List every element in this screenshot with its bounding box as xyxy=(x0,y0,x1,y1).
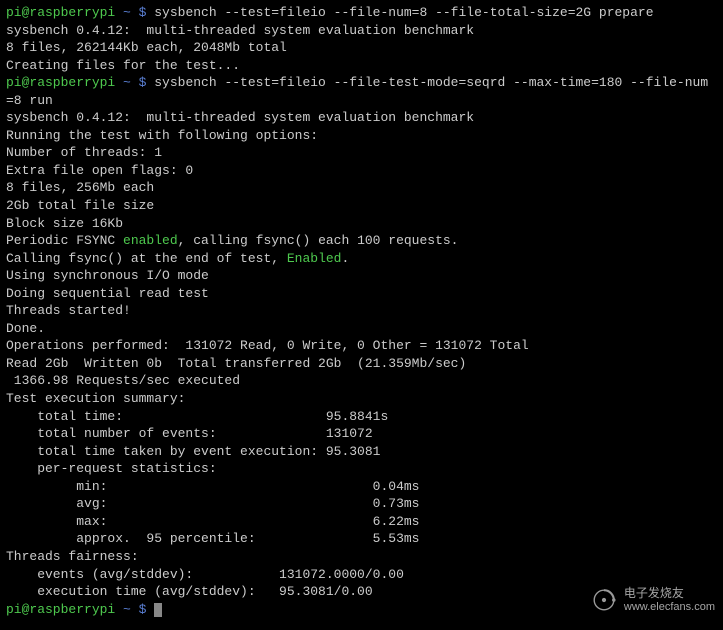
fairness-hdr: Threads fairness: xyxy=(6,548,717,566)
stat-p95: approx. 95 percentile: 5.53ms xyxy=(6,530,717,548)
out-files-info: 8 files, 262144Kb each, 2048Mb total xyxy=(6,39,717,57)
out-fsync2: Calling fsync() at the end of test, Enab… xyxy=(6,250,717,268)
command-2-part1: sysbench --test=fileio --file-test-mode=… xyxy=(154,75,708,90)
out-req-sec: 1366.98 Requests/sec executed xyxy=(6,372,717,390)
out-ops: Operations performed: 131072 Read, 0 Wri… xyxy=(6,337,717,355)
enabled-text-2: Enabled xyxy=(287,251,342,266)
out-block-size: Block size 16Kb xyxy=(6,215,717,233)
prompt-sep: ~ $ xyxy=(115,75,154,90)
per-req-hdr: per-request statistics: xyxy=(6,460,717,478)
command-2-part2: =8 run xyxy=(6,92,717,110)
out-banner1: sysbench 0.4.12: multi-threaded system e… xyxy=(6,22,717,40)
watermark-url: www.elecfans.com xyxy=(624,601,715,614)
watermark: 电子发烧友 www.elecfans.com xyxy=(590,586,715,614)
summary-hdr: Test execution summary: xyxy=(6,390,717,408)
out-running: Running the test with following options: xyxy=(6,127,717,145)
watermark-logo-icon xyxy=(590,586,618,614)
out-done: Done. xyxy=(6,320,717,338)
events-fair: events (avg/stddev): 131072.0000/0.00 xyxy=(6,566,717,584)
enabled-text: enabled xyxy=(123,233,178,248)
out-extra-flags: Extra file open flags: 0 xyxy=(6,162,717,180)
watermark-cn: 电子发烧友 xyxy=(624,586,715,600)
user-host: pi@raspberrypi xyxy=(6,5,115,20)
stat-avg: avg: 0.73ms xyxy=(6,495,717,513)
out-seq-read: Doing sequential read test xyxy=(6,285,717,303)
user-host: pi@raspberrypi xyxy=(6,75,115,90)
event-exec: total time taken by event execution: 95.… xyxy=(6,443,717,461)
cursor-icon[interactable] xyxy=(154,603,162,617)
prompt-sep: ~ $ xyxy=(115,602,154,617)
out-creating: Creating files for the test... xyxy=(6,57,717,75)
prompt-sep: ~ $ xyxy=(115,5,154,20)
stat-max: max: 6.22ms xyxy=(6,513,717,531)
terminal-output[interactable]: pi@raspberrypi ~ $ sysbench --test=filei… xyxy=(6,4,717,618)
total-events: total number of events: 131072 xyxy=(6,425,717,443)
out-total-size: 2Gb total file size xyxy=(6,197,717,215)
out-files-each: 8 files, 256Mb each xyxy=(6,179,717,197)
out-banner2: sysbench 0.4.12: multi-threaded system e… xyxy=(6,109,717,127)
watermark-text: 电子发烧友 www.elecfans.com xyxy=(624,586,715,614)
out-threads: Number of threads: 1 xyxy=(6,144,717,162)
prompt-line-2: pi@raspberrypi ~ $ sysbench --test=filei… xyxy=(6,74,717,92)
total-time: total time: 95.8841s xyxy=(6,408,717,426)
out-fsync1: Periodic FSYNC enabled, calling fsync() … xyxy=(6,232,717,250)
user-host: pi@raspberrypi xyxy=(6,602,115,617)
out-sync-io: Using synchronous I/O mode xyxy=(6,267,717,285)
command-1: sysbench --test=fileio --file-num=8 --fi… xyxy=(154,5,653,20)
out-read-written: Read 2Gb Written 0b Total transferred 2G… xyxy=(6,355,717,373)
prompt-line-1: pi@raspberrypi ~ $ sysbench --test=filei… xyxy=(6,4,717,22)
stat-min: min: 0.04ms xyxy=(6,478,717,496)
out-threads-started: Threads started! xyxy=(6,302,717,320)
